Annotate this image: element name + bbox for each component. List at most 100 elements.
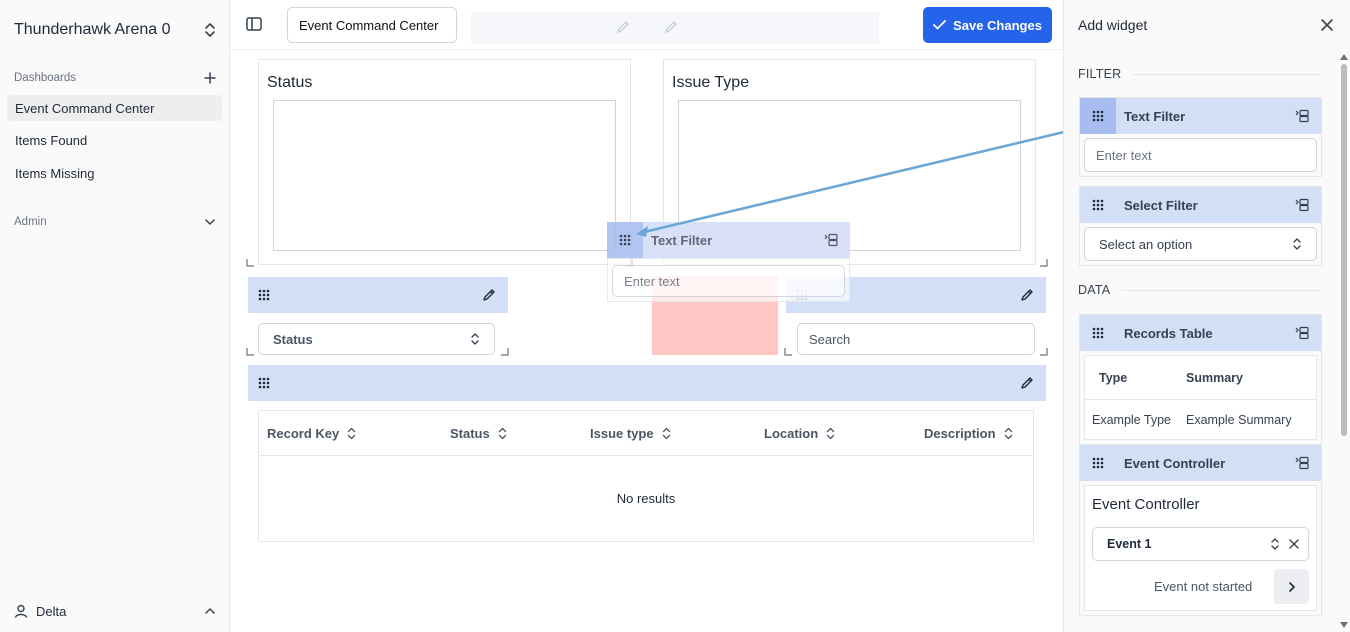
drag-preview-body: Enter text xyxy=(607,258,850,302)
event-select: Event 1 xyxy=(1092,527,1309,561)
resize-handle-icon[interactable] xyxy=(245,347,255,357)
sidebar-item-items-missing[interactable]: Items Missing xyxy=(7,160,222,186)
group-label: FILTER xyxy=(1078,67,1122,81)
widget-card-preview: Enter text xyxy=(1080,134,1321,176)
grip-icon[interactable] xyxy=(258,377,270,389)
save-changes-label: Save Changes xyxy=(953,17,1042,33)
sidebar-toggle-icon[interactable] xyxy=(245,15,263,33)
workspace-name: Thunderhawk Arena 0 xyxy=(14,21,171,38)
widget-card-text-filter[interactable]: Text Filter Enter text xyxy=(1079,97,1322,177)
close-icon[interactable] xyxy=(1319,17,1335,33)
drag-preview-title: Text Filter xyxy=(651,232,713,248)
grip-icon[interactable] xyxy=(1080,98,1116,134)
sidebar-item-label: Items Missing xyxy=(15,165,95,181)
grip-icon[interactable] xyxy=(1080,445,1116,481)
resize-handle-icon[interactable] xyxy=(1039,258,1049,268)
workspace-switcher[interactable]: Thunderhawk Arena 0 xyxy=(14,18,216,42)
preview-cell: Example Type xyxy=(1092,412,1171,427)
search-placeholder: Search xyxy=(809,331,851,347)
sort-icon xyxy=(348,427,356,440)
user-name: Delta xyxy=(36,603,67,619)
text-filter-preview-input: Enter text xyxy=(1084,138,1317,172)
table-divider xyxy=(259,455,1033,456)
preview-placeholder: Select an option xyxy=(1099,236,1193,252)
records-table: Record Key Status Issue type Location De… xyxy=(258,410,1034,542)
group-label: DATA xyxy=(1078,283,1111,297)
event-controller-preview: Event Controller Event 1 Event not start… xyxy=(1084,485,1317,611)
preview-header-cell: Summary xyxy=(1186,370,1243,385)
grip-icon[interactable] xyxy=(607,222,643,258)
grip-icon[interactable] xyxy=(1080,315,1116,351)
resize-handle-icon[interactable] xyxy=(1039,347,1049,357)
column-header-record-key[interactable]: Record Key xyxy=(267,426,356,441)
event-select-value: Event 1 xyxy=(1107,537,1152,551)
panel-title: Add widget xyxy=(1078,17,1148,33)
grip-icon[interactable] xyxy=(1080,187,1116,223)
chevrons-up-down-icon xyxy=(205,23,215,37)
preview-data-row: Example Type Example Summary xyxy=(1085,400,1316,439)
admin-section-header[interactable]: Admin xyxy=(14,216,216,228)
widget-card-header[interactable]: Event Controller xyxy=(1080,445,1321,481)
status-chart-widget[interactable]: Status xyxy=(258,59,631,265)
save-changes-button[interactable]: Save Changes xyxy=(923,7,1052,43)
next-step-button xyxy=(1274,569,1309,604)
resize-handle-icon[interactable] xyxy=(783,347,793,357)
widget-drag-header[interactable] xyxy=(248,365,1046,401)
resize-handle-icon[interactable] xyxy=(245,258,255,268)
column-header-location[interactable]: Location xyxy=(764,426,835,441)
add-to-layout-icon[interactable] xyxy=(1295,326,1309,340)
widget-drag-header[interactable] xyxy=(248,277,508,313)
drag-preview-text-filter[interactable]: Text Filter Enter text xyxy=(607,222,850,302)
widget-card-title: Select Filter xyxy=(1124,197,1198,213)
add-widget-panel: Add widget FILTER Text Filter Enter text… xyxy=(1063,0,1350,632)
sidebar-item-items-found[interactable]: Items Found xyxy=(7,127,222,153)
widget-card-header[interactable]: Records Table xyxy=(1080,315,1321,351)
column-header-label: Status xyxy=(450,426,490,441)
widget-card-preview: Event Controller Event 1 Event not start… xyxy=(1080,481,1321,615)
dashboard-title-input[interactable] xyxy=(287,7,457,43)
sort-icon xyxy=(498,427,506,440)
preview-header-cell: Type xyxy=(1099,370,1128,385)
scroll-up-arrow-icon[interactable] xyxy=(1340,54,1348,60)
status-filter-select[interactable]: Status xyxy=(258,323,495,355)
add-to-layout-icon xyxy=(824,233,838,247)
panel-scrollbar[interactable] xyxy=(1339,50,1349,630)
grip-icon[interactable] xyxy=(258,289,270,301)
dashboards-label: Dashboards xyxy=(14,72,77,84)
add-to-layout-icon[interactable] xyxy=(1295,109,1309,123)
dashboards-section-header: Dashboards xyxy=(14,72,216,84)
scroll-thumb[interactable] xyxy=(1341,64,1347,436)
scroll-down-arrow-icon[interactable] xyxy=(1340,622,1348,628)
column-header-description[interactable]: Description xyxy=(924,426,1013,441)
divider xyxy=(1122,289,1322,291)
divider xyxy=(1133,73,1322,75)
add-to-layout-icon[interactable] xyxy=(1295,198,1309,212)
user-menu[interactable]: Delta xyxy=(14,601,216,621)
column-header-issue-type[interactable]: Issue type xyxy=(590,426,671,441)
resize-handle-icon[interactable] xyxy=(500,347,510,357)
pencil-icon[interactable] xyxy=(1020,376,1034,390)
pencil-icon[interactable] xyxy=(1020,288,1034,302)
widget-card-preview: Select an option xyxy=(1080,223,1321,265)
column-header-label: Record Key xyxy=(267,426,340,441)
widget-card-title: Text Filter xyxy=(1124,108,1186,124)
search-input[interactable]: Search xyxy=(797,323,1035,355)
drag-preview-header[interactable]: Text Filter xyxy=(607,222,850,258)
sidebar-item-event-command-center[interactable]: Event Command Center xyxy=(7,95,222,121)
chevron-up-icon xyxy=(205,608,215,614)
pencil-icon[interactable] xyxy=(482,288,496,302)
select-filter-preview: Select an option xyxy=(1084,227,1317,261)
widget-card-records-table[interactable]: Records Table Type Summary Example Type … xyxy=(1079,314,1322,445)
widget-card-title: Records Table xyxy=(1124,325,1213,341)
pencil-icon xyxy=(664,21,677,34)
preview-cell: Example Summary xyxy=(1186,412,1292,427)
add-to-layout-icon[interactable] xyxy=(1295,456,1309,470)
widget-card-header[interactable]: Select Filter xyxy=(1080,187,1321,223)
widget-card-select-filter[interactable]: Select Filter Select an option xyxy=(1079,186,1322,266)
widget-card-event-controller[interactable]: Event Controller Event Controller Event … xyxy=(1079,444,1322,616)
widget-card-header[interactable]: Text Filter xyxy=(1080,98,1321,134)
plus-icon[interactable] xyxy=(204,72,216,84)
column-header-status[interactable]: Status xyxy=(450,426,507,441)
widget-card-title: Event Controller xyxy=(1124,455,1226,471)
chart-title: Status xyxy=(267,74,313,91)
